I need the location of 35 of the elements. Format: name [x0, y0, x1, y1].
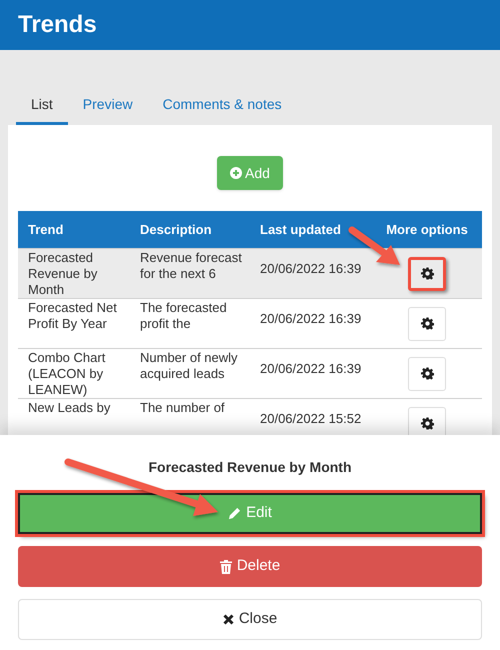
table-cell-text: 20/06/2022 15:52: [260, 410, 362, 426]
delete-button[interactable]: Delete: [18, 546, 482, 587]
gear-icon: [420, 267, 434, 280]
close-icon: [222, 614, 234, 625]
table-cell-text: 20/06/2022 16:39: [260, 310, 362, 326]
gear-icon: [420, 417, 434, 430]
table-cell-text: New Leads by: [28, 400, 112, 416]
column-header: More options: [386, 222, 468, 236]
table-cell-text: Combo Chart (LEACON by LEANEW): [28, 350, 106, 398]
column-header: Last updated: [260, 222, 341, 236]
table-cell-text: 20/06/2022 16:39: [260, 260, 362, 276]
table-cell-text: Number of newly acquired leads: [140, 350, 239, 382]
page-title: Trends: [18, 10, 97, 40]
table-row[interactable]: Combo Chart (LEACON by LEANEW) Number of newly acquired leads 20/06/2022 16:39: [18, 348, 482, 398]
table-row[interactable]: New Leads by The number of 20/06/2022 15:52: [18, 398, 482, 435]
close-button[interactable]: Close: [18, 599, 482, 640]
table-row[interactable]: Forecasted Net Profit By Year The forecasted profit the 20/06/2022 16:39: [18, 298, 482, 348]
table-cell-text: The number of: [140, 400, 226, 416]
pencil-icon: [228, 507, 242, 520]
column-header: Trend: [28, 222, 64, 236]
plus-circle-icon: [230, 167, 242, 179]
options-button[interactable]: [408, 256, 446, 290]
gear-icon: [420, 317, 434, 330]
table-cell-text: 20/06/2022 16:39: [260, 360, 362, 376]
table-cell-text: Revenue forecast for the next 6: [140, 250, 243, 282]
table-cell-text: The forecasted profit the: [140, 300, 228, 332]
trash-icon: [220, 560, 232, 574]
tab[interactable]: Preview: [68, 87, 148, 125]
tab[interactable]: Comments & notes: [148, 87, 297, 125]
column-header: Description: [140, 222, 212, 236]
sheet-title: Forecasted Revenue by Month: [148, 458, 352, 477]
table-cell-text: Forecasted Net Profit By Year: [28, 300, 118, 332]
gear-icon: [420, 367, 434, 380]
table-row[interactable]: Forecasted Revenue by Month Revenue forecast for the next 6 20/06/2022 16:39: [18, 248, 482, 298]
table-cell-text: Forecasted Revenue by Month: [28, 250, 98, 298]
